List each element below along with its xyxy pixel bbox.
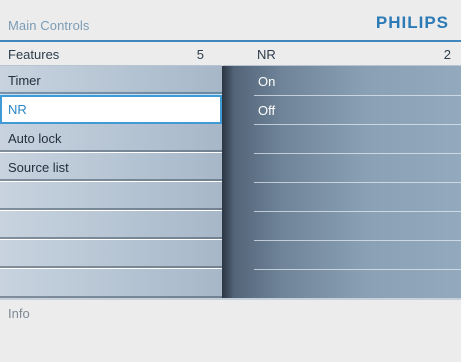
menu-item-label: Timer <box>8 73 41 88</box>
left-column-label: Features <box>8 47 60 62</box>
menu-item-label: NR <box>8 102 27 117</box>
option-divider <box>254 95 461 96</box>
option-divider <box>254 153 461 154</box>
top-bar: Main Controls PHILIPS <box>0 0 461 40</box>
option-on[interactable]: On <box>222 68 461 96</box>
option-divider <box>254 211 461 212</box>
features-list: Timer NR Auto lock Source list <box>0 66 222 299</box>
menu-item-label: Source list <box>8 160 69 175</box>
option-divider <box>254 182 461 183</box>
option-divider <box>254 240 461 241</box>
option-divider <box>254 269 461 270</box>
right-column-count: 2 <box>443 47 451 62</box>
menu-item-timer[interactable]: Timer <box>0 66 222 95</box>
menu-item-auto-lock[interactable]: Auto lock <box>0 124 222 153</box>
option-label: Off <box>258 103 276 118</box>
right-column-header: NR 2 <box>223 42 461 66</box>
brand-logo: PHILIPS <box>375 13 449 32</box>
menu-item-empty <box>0 182 222 211</box>
menu-item-empty <box>0 211 222 240</box>
left-column-count: 5 <box>196 47 204 62</box>
left-column-header: Features 5 <box>0 42 222 66</box>
menu-item-nr[interactable]: NR <box>0 95 222 124</box>
menu-title: Main Controls <box>8 18 90 33</box>
right-column-label: NR <box>257 47 276 62</box>
option-off[interactable]: Off <box>222 97 461 125</box>
option-divider <box>254 124 461 125</box>
footer-divider <box>0 298 461 300</box>
menu-item-empty <box>0 240 222 269</box>
option-label: On <box>258 74 276 89</box>
info-text: Info <box>8 306 30 321</box>
menu-item-source-list[interactable]: Source list <box>0 153 222 182</box>
nr-options-panel: On Off <box>222 66 461 298</box>
menu-item-label: Auto lock <box>8 131 62 146</box>
menu-item-empty <box>0 269 222 299</box>
